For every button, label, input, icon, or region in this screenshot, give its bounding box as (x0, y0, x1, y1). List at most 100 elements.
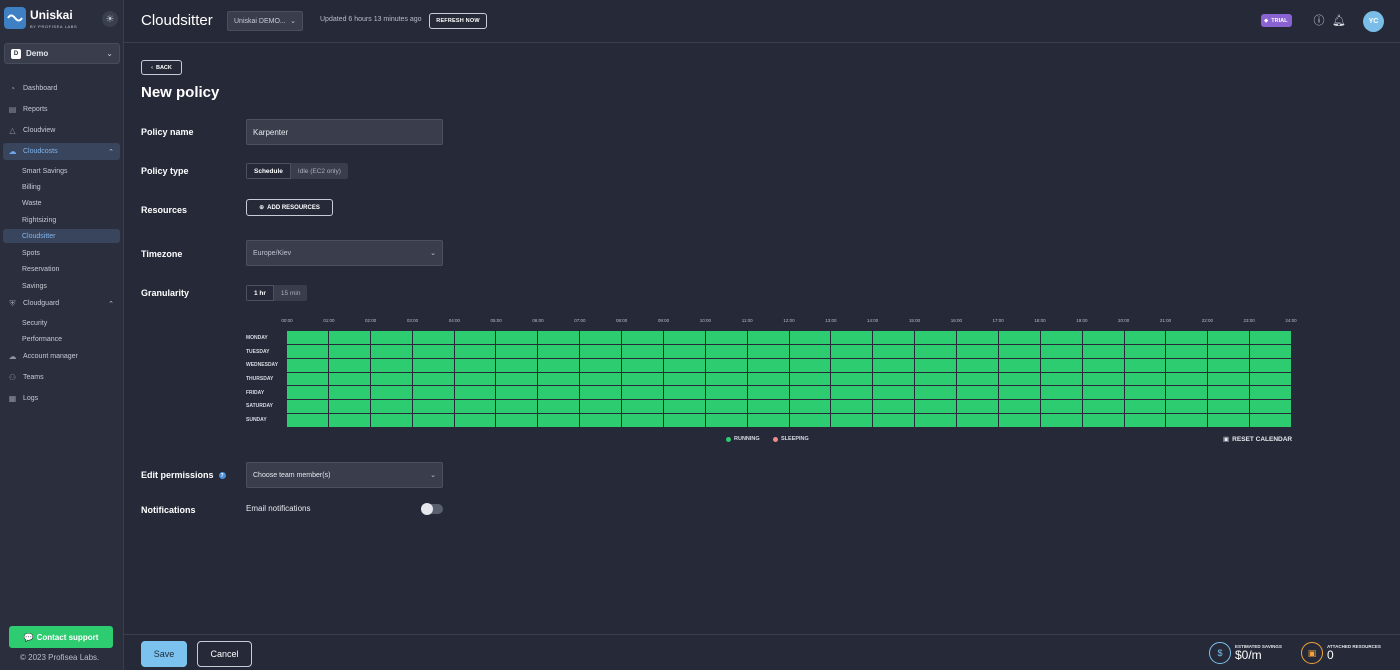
policy-type-idle[interactable]: Idle (EC2 only) (291, 163, 348, 179)
schedule-cell[interactable] (412, 386, 454, 400)
schedule-cell[interactable] (831, 414, 873, 427)
granularity-1hr[interactable]: 1 hr (246, 285, 274, 301)
sidebar-item-account-manager[interactable]: ☁ Account manager (3, 348, 120, 365)
schedule-cell[interactable] (1124, 372, 1166, 386)
schedule-cell[interactable] (580, 386, 621, 400)
schedule-cell[interactable] (1124, 331, 1166, 344)
schedule-cell[interactable] (663, 386, 705, 400)
schedule-cell[interactable] (538, 331, 580, 344)
schedule-cell[interactable] (663, 400, 705, 414)
schedule-cell[interactable] (789, 400, 831, 414)
schedule-cell[interactable] (998, 331, 1040, 344)
schedule-cell[interactable] (1082, 372, 1124, 386)
schedule-cell[interactable] (370, 358, 412, 372)
schedule-cell[interactable] (705, 414, 747, 427)
schedule-cell[interactable] (1124, 414, 1166, 427)
schedule-cell[interactable] (412, 414, 454, 427)
schedule-cell[interactable] (915, 372, 956, 386)
sidebar-subitem-performance[interactable]: Performance (3, 332, 120, 346)
schedule-cell[interactable] (1166, 358, 1208, 372)
sidebar-item-reports[interactable]: ▤ Reports (3, 101, 120, 118)
schedule-cell[interactable] (1082, 386, 1124, 400)
account-selector[interactable]: Uniskai DEMO... ⌄ (227, 11, 303, 31)
schedule-cell[interactable] (663, 344, 705, 358)
schedule-cell[interactable] (580, 358, 621, 372)
schedule-cell[interactable] (622, 372, 663, 386)
schedule-cell[interactable] (1040, 344, 1082, 358)
back-button[interactable]: ‹ BACK (141, 60, 182, 75)
schedule-cell[interactable] (1208, 331, 1250, 344)
schedule-cell[interactable] (328, 358, 370, 372)
schedule-cell[interactable] (705, 372, 747, 386)
schedule-cell[interactable] (1082, 331, 1124, 344)
schedule-cell[interactable] (1124, 400, 1166, 414)
schedule-cell[interactable] (1040, 386, 1082, 400)
schedule-cell[interactable] (1208, 400, 1250, 414)
schedule-cell[interactable] (998, 344, 1040, 358)
schedule-cell[interactable] (1124, 358, 1166, 372)
schedule-cell[interactable] (622, 414, 663, 427)
schedule-cell[interactable] (287, 400, 328, 414)
schedule-cell[interactable] (412, 400, 454, 414)
cancel-button[interactable]: Cancel (197, 641, 252, 667)
schedule-cell[interactable] (538, 344, 580, 358)
schedule-cell[interactable] (496, 344, 538, 358)
schedule-cell[interactable] (1124, 344, 1166, 358)
schedule-cell[interactable] (663, 372, 705, 386)
schedule-cell[interactable] (622, 358, 663, 372)
theme-toggle-icon[interactable]: ☀ (102, 11, 118, 27)
schedule-cell[interactable] (412, 344, 454, 358)
schedule-cell[interactable] (998, 414, 1040, 427)
schedule-cell[interactable] (328, 386, 370, 400)
sidebar-subitem-reservation[interactable]: Reservation (3, 262, 120, 276)
schedule-cell[interactable] (538, 386, 580, 400)
schedule-cell[interactable] (915, 344, 956, 358)
schedule-cell[interactable] (454, 414, 496, 427)
schedule-cell[interactable] (1082, 400, 1124, 414)
schedule-cell[interactable] (789, 414, 831, 427)
schedule-cell[interactable] (287, 331, 328, 344)
schedule-cell[interactable] (496, 400, 538, 414)
schedule-cell[interactable] (1040, 358, 1082, 372)
schedule-cell[interactable] (370, 400, 412, 414)
schedule-cell[interactable] (705, 331, 747, 344)
bell-icon[interactable]: 🔔︎ (1332, 14, 1346, 27)
schedule-cell[interactable] (370, 386, 412, 400)
schedule-cell[interactable] (1166, 414, 1208, 427)
schedule-cell[interactable] (538, 358, 580, 372)
schedule-cell[interactable] (328, 344, 370, 358)
schedule-cell[interactable] (873, 372, 915, 386)
sidebar-subitem-waste[interactable]: Waste (3, 196, 120, 210)
schedule-cell[interactable] (1250, 400, 1291, 414)
schedule-cell[interactable] (831, 344, 873, 358)
info-icon[interactable]: ? (218, 472, 226, 480)
schedule-cell[interactable] (957, 372, 998, 386)
sidebar-item-cloudcosts[interactable]: ☁ Cloudcosts ⌃ (3, 143, 120, 160)
schedule-cell[interactable] (705, 358, 747, 372)
help-icon[interactable]: ⓘ (1313, 14, 1325, 27)
schedule-cell[interactable] (873, 344, 915, 358)
schedule-cell[interactable] (580, 372, 621, 386)
schedule-cell[interactable] (1250, 372, 1291, 386)
brand-logo[interactable]: Uniskai BY PROFISEA LABS (4, 6, 77, 29)
schedule-cell[interactable] (747, 358, 789, 372)
schedule-cell[interactable] (998, 386, 1040, 400)
schedule-cell[interactable] (412, 372, 454, 386)
schedule-cell[interactable] (412, 331, 454, 344)
schedule-cell[interactable] (998, 358, 1040, 372)
schedule-cell[interactable] (831, 358, 873, 372)
policy-name-input[interactable]: Karpenter (246, 119, 443, 145)
schedule-cell[interactable] (454, 358, 496, 372)
timezone-select[interactable]: Europe/Kiev ⌄ (246, 240, 443, 266)
policy-type-schedule[interactable]: Schedule (246, 163, 291, 179)
schedule-cell[interactable] (747, 331, 789, 344)
schedule-cell[interactable] (998, 372, 1040, 386)
schedule-cell[interactable] (747, 400, 789, 414)
contact-support-button[interactable]: 💬 Contact support (9, 626, 113, 648)
schedule-cell[interactable] (663, 414, 705, 427)
schedule-cell[interactable] (454, 386, 496, 400)
team-members-select[interactable]: Choose team member(s) ⌄ (246, 462, 443, 488)
schedule-cell[interactable] (328, 331, 370, 344)
schedule-cell[interactable] (454, 331, 496, 344)
schedule-cell[interactable] (789, 358, 831, 372)
